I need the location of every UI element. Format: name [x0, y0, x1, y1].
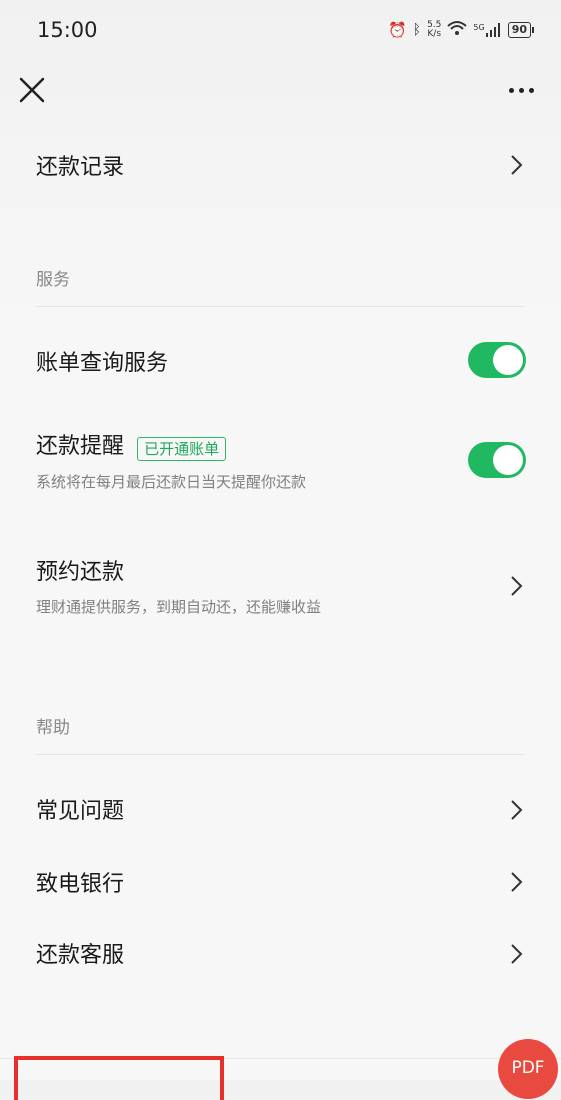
help-item-support[interactable]: 还款客服: [0, 923, 561, 981]
toggle-knob: [493, 445, 523, 475]
divider: [36, 754, 524, 755]
repayment-reminder-toggle[interactable]: [468, 442, 526, 478]
alarm-icon: ⏰: [387, 21, 407, 39]
repayment-reminder-label: 还款提醒: [36, 434, 125, 459]
signal-icon: 5G: [473, 23, 501, 37]
close-button[interactable]: [18, 76, 46, 104]
repayment-reminder-title: 还款提醒 已开通账单: [36, 428, 227, 461]
more-icon-dot: [528, 87, 534, 93]
help-section-label: 帮助: [36, 718, 70, 738]
chevron-right-icon: [511, 944, 523, 964]
bill-query-label: 账单查询服务: [36, 351, 169, 376]
wifi-icon: [447, 20, 468, 40]
bill-query-toggle[interactable]: [468, 342, 526, 378]
repayment-record-label: 还款记录: [36, 155, 125, 180]
chevron-right-icon: [511, 576, 523, 596]
help-item-call-bank[interactable]: 致电银行: [0, 852, 561, 910]
more-icon-dot: [518, 87, 524, 93]
battery-indicator: 90: [507, 22, 535, 38]
pdf-badge[interactable]: PDF: [498, 1039, 558, 1099]
reminder-status-badge: 已开通账单: [137, 436, 227, 461]
toggle-knob: [493, 345, 523, 375]
repayment-record-row[interactable]: 还款记录: [0, 135, 561, 195]
chevron-right-icon: [511, 800, 523, 820]
status-icons: ⏰ ᛒ 5.5 K/s 5G 90: [387, 20, 535, 40]
help-item-label: 致电银行: [36, 872, 125, 897]
chevron-right-icon: [511, 872, 523, 892]
help-item-label: 还款客服: [36, 943, 125, 968]
network-type: 5G: [473, 23, 485, 32]
network-speed: 5.5 K/s: [427, 21, 441, 39]
more-button[interactable]: [503, 80, 539, 100]
more-icon-dot: [508, 87, 514, 93]
help-item-faq[interactable]: 常见问题: [0, 780, 561, 838]
divider: [36, 306, 524, 307]
status-time: 15:00: [37, 18, 98, 42]
scheduled-repayment-row[interactable]: 预约还款 理财通提供服务，到期自动还，还能赚收益: [0, 545, 561, 625]
scheduled-repayment-description: 理财通提供服务，到期自动还，还能赚收益: [36, 598, 322, 616]
repayment-reminder-row: 还款提醒 已开通账单 系统将在每月最后还款日当天提醒你还款: [0, 420, 561, 500]
speed-unit: K/s: [427, 29, 442, 39]
close-icon: [19, 77, 45, 103]
repayment-reminder-description: 系统将在每月最后还款日当天提醒你还款: [36, 473, 307, 491]
services-section-label: 服务: [36, 270, 70, 290]
highlight-box: [14, 1056, 224, 1100]
help-item-label: 常见问题: [36, 799, 125, 824]
scheduled-repayment-label: 预约还款: [36, 560, 125, 585]
chevron-right-icon: [511, 155, 523, 175]
bluetooth-icon: ᛒ: [412, 22, 422, 38]
bill-query-row: 账单查询服务: [0, 330, 561, 390]
